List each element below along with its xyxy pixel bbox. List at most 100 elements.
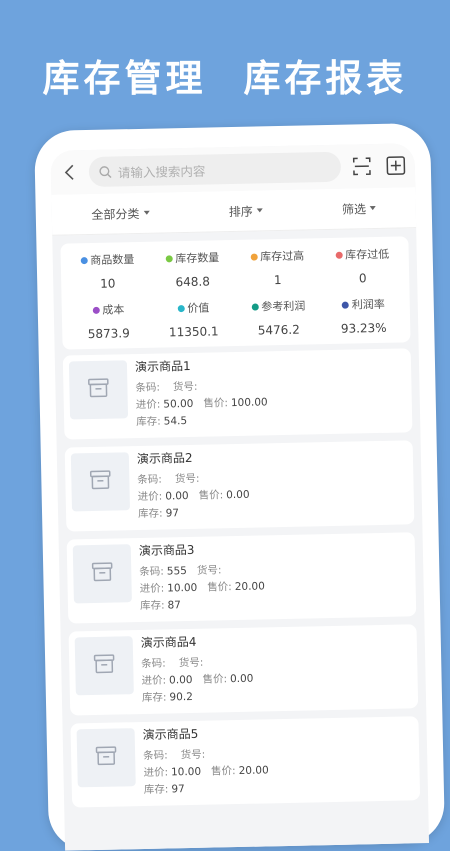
cost-label: 进价: <box>141 673 166 689</box>
price-value: 100.00 <box>231 396 268 409</box>
price-label: 售价: <box>211 763 236 779</box>
cost-label: 进价: <box>139 581 164 597</box>
stat-item: 成本 5873.9 <box>66 300 152 342</box>
product-name: 演示商品2 <box>137 444 407 467</box>
stat-label: 库存过低 <box>320 244 405 264</box>
stat-label: 库存数量 <box>150 248 235 268</box>
product-image <box>71 452 130 511</box>
legend-dot-icon <box>342 301 349 308</box>
stat-value: 5476.2 <box>236 322 321 338</box>
search-input[interactable]: 请输入搜索内容 <box>89 152 342 187</box>
stock-value: 97 <box>171 783 185 795</box>
stat-label: 成本 <box>66 300 151 320</box>
stat-label-text: 成本 <box>102 301 124 317</box>
itemno-label: 货号: <box>197 562 222 578</box>
stock-label: 库存: <box>142 689 167 705</box>
cost-value: 50.00 <box>163 397 193 410</box>
search-icon <box>99 165 112 178</box>
legend-dot-icon <box>177 305 184 312</box>
add-icon[interactable] <box>385 154 407 176</box>
banner-title-right: 库存报表 <box>243 57 407 100</box>
cost-label: 进价: <box>138 489 163 505</box>
chevron-down-icon <box>143 211 149 215</box>
box-icon <box>91 562 113 586</box>
barcode-label: 条码: <box>137 472 162 488</box>
stat-item: 参考利润 5476.2 <box>236 296 322 338</box>
price-label: 售价: <box>202 671 227 687</box>
itemno-label: 货号: <box>181 747 206 763</box>
promo-banner: 库存管理 库存报表 <box>0 48 450 102</box>
stat-item: 商品数量10 <box>65 250 151 292</box>
stock-label: 库存: <box>136 414 161 430</box>
price-label: 售价: <box>207 579 232 595</box>
barcode-label: 条码: <box>141 656 166 672</box>
barcode-label: 条码: <box>143 747 168 763</box>
box-icon <box>95 746 117 770</box>
stat-label: 利润率 <box>321 294 406 314</box>
box-icon <box>87 378 109 402</box>
cost-value: 10.00 <box>167 581 197 594</box>
product-card[interactable]: 演示商品2条码:货号:进价:0.00售价:0.00库存:97 <box>65 440 415 531</box>
stat-item: 利润率 93.23% <box>321 294 407 336</box>
product-image <box>77 728 136 787</box>
stock-label: 库存: <box>140 598 165 614</box>
app-screen: 请输入搜索内容 <box>50 143 429 850</box>
stat-label-text: 利润率 <box>352 296 385 313</box>
stat-label-text: 参考利润 <box>261 298 305 315</box>
price-value: 20.00 <box>235 580 265 593</box>
stat-item: 库存过高1 <box>235 246 321 288</box>
stat-label-text: 价值 <box>187 300 209 316</box>
stock-label: 库存: <box>138 506 163 522</box>
legend-dot-icon <box>251 303 258 310</box>
filter-sort-label: 排序 <box>229 202 253 219</box>
banner-title-left: 库存管理 <box>43 57 207 100</box>
stat-value: 0 <box>320 270 405 286</box>
stat-label-text: 库存过高 <box>260 248 304 265</box>
cost-label: 进价: <box>136 397 161 413</box>
legend-dot-icon <box>165 255 172 262</box>
product-card[interactable]: 演示商品5 条码: 货号: 进价:10.00 售价:20.00 库存:97 <box>70 716 420 807</box>
barcode-value: 555 <box>167 565 187 577</box>
filter-category-label: 全部分类 <box>91 204 139 222</box>
cost-value: 0.00 <box>169 673 193 685</box>
stat-value: 5873.9 <box>66 326 151 342</box>
filter-category[interactable]: 全部分类 <box>91 204 149 222</box>
stock-value: 90.2 <box>169 690 193 702</box>
cost-label: 进价: <box>143 764 168 780</box>
stat-label-text: 库存数量 <box>175 249 219 266</box>
stat-item: 库存数量648.8 <box>150 248 236 290</box>
product-name: 演示商品5 <box>143 720 413 743</box>
product-image <box>69 360 128 419</box>
stock-value: 97 <box>165 507 179 519</box>
stat-label: 价值 <box>151 298 236 318</box>
price-label: 售价: <box>203 395 228 411</box>
filter-screen[interactable]: 筛选 <box>342 200 376 218</box>
scan-icon[interactable] <box>351 155 373 177</box>
stock-label: 库存: <box>144 781 169 797</box>
stat-value: 93.23% <box>321 320 406 336</box>
back-icon[interactable] <box>59 161 81 183</box>
cost-value: 10.00 <box>171 765 201 778</box>
stock-value: 87 <box>167 599 181 611</box>
product-card[interactable]: 演示商品4条码:货号:进价:0.00售价:0.00库存:90.2 <box>69 624 419 715</box>
barcode-label: 条码: <box>135 380 160 396</box>
product-card[interactable]: 演示商品1 条码: 货号: 进价:50.00 售价:100.00 库存:54.5 <box>63 348 413 439</box>
product-name: 演示商品1 <box>135 352 405 375</box>
chevron-down-icon <box>257 208 263 212</box>
stock-value: 54.5 <box>164 415 188 427</box>
stat-value: 11350.1 <box>151 324 236 340</box>
filter-sort[interactable]: 排序 <box>229 202 263 220</box>
filter-screen-label: 筛选 <box>342 200 366 217</box>
stat-label-text: 库存过低 <box>345 246 389 263</box>
price-label: 售价: <box>198 487 223 503</box>
product-card[interactable]: 演示商品3条码:555货号:进价:10.00售价:20.00库存:87 <box>67 532 417 623</box>
itemno-label: 货号: <box>173 379 198 395</box>
filter-bar: 全部分类 排序 筛选 <box>51 187 416 236</box>
price-value: 20.00 <box>239 764 269 777</box>
stat-item: 库存过低 0 <box>320 244 406 286</box>
product-name: 演示商品3 <box>139 536 409 559</box>
stat-label: 参考利润 <box>236 296 321 316</box>
box-icon <box>89 470 111 494</box>
chevron-down-icon <box>370 206 376 210</box>
itemno-label: 货号: <box>179 655 204 671</box>
